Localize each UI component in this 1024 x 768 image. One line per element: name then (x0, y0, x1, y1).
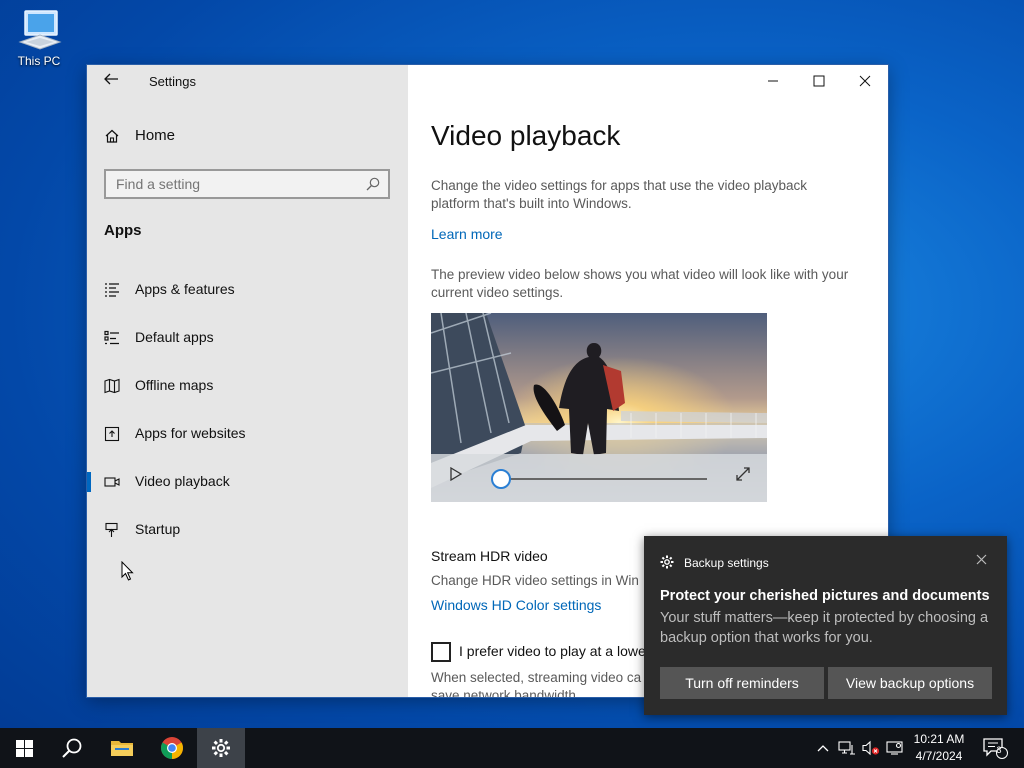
section-heading: Apps (104, 222, 142, 239)
fullscreen-icon[interactable] (735, 466, 751, 482)
volume-tray-button[interactable] (860, 728, 882, 768)
close-icon (859, 75, 871, 87)
settings-taskbar-button[interactable] (197, 728, 245, 768)
hdr-heading: Stream HDR video (431, 548, 548, 564)
active-indicator (87, 472, 91, 492)
notification-count-badge: 3 (996, 745, 1002, 755)
seek-bar[interactable] (503, 478, 707, 480)
video-controls (431, 454, 767, 502)
maximize-button[interactable] (796, 65, 842, 97)
offline-maps-icon (104, 378, 120, 394)
learn-more-link[interactable]: Learn more (431, 226, 503, 242)
desktop-icon-label: This PC (17, 54, 61, 68)
search-input[interactable] (106, 171, 366, 197)
sidebar-item-apps-features[interactable]: Apps & features (87, 270, 408, 310)
back-arrow-icon (104, 73, 118, 85)
sidebar-item-offline-maps[interactable]: Offline maps (87, 366, 408, 406)
toast-app-name: Backup settings (684, 556, 769, 570)
turn-off-reminders-button[interactable]: Turn off reminders (660, 667, 824, 699)
startup-icon (105, 522, 118, 537)
taskbar: 10:21 AM 4/7/2024 3 (0, 728, 1024, 768)
chevron-up-icon (817, 745, 829, 752)
sidebar-item-label: Default apps (135, 329, 214, 345)
chrome-button[interactable] (148, 728, 196, 768)
back-button[interactable] (101, 71, 121, 91)
taskbar-clock[interactable]: 10:21 AM 4/7/2024 (906, 731, 972, 765)
home-label: Home (135, 127, 176, 144)
video-playback-icon (104, 477, 120, 487)
checkbox-label: I prefer video to play at a lowe (459, 643, 646, 659)
window-title: Settings (149, 74, 196, 89)
gear-icon (212, 739, 230, 757)
close-button[interactable] (842, 65, 888, 97)
apps-for-websites-icon (104, 426, 120, 442)
sidebar-item-label: Video playback (135, 473, 230, 489)
sidebar-item-label: Apps & features (135, 281, 235, 297)
search-icon (366, 177, 380, 191)
sidebar-item-label: Startup (135, 521, 181, 537)
chrome-icon (161, 737, 183, 759)
mouse-cursor-icon (121, 561, 134, 581)
play-icon[interactable] (450, 467, 462, 481)
home-icon (105, 129, 119, 143)
apps-features-icon (105, 283, 119, 297)
default-apps-icon (104, 330, 119, 345)
title-bar: Settings (87, 65, 888, 97)
action-tray-button[interactable] (884, 728, 906, 768)
preview-description: The preview video below shows you what v… (431, 267, 849, 300)
page-title: Video playback (431, 120, 621, 151)
toast-headline: Protect your cherished pictures and docu… (660, 588, 990, 604)
start-button[interactable] (0, 728, 48, 768)
minimize-icon (768, 80, 778, 82)
taskbar-search-button[interactable] (48, 728, 96, 768)
clock-time: 10:21 AM (913, 732, 965, 746)
sidebar-item-startup[interactable]: Startup (87, 510, 408, 550)
network-tray-button[interactable] (836, 728, 858, 768)
search-icon (62, 738, 82, 758)
sidebar-item-video-playback[interactable]: Video playback (87, 462, 408, 502)
gear-icon (660, 555, 674, 569)
windows-logo-icon (15, 739, 33, 757)
sidebar-item-default-apps[interactable]: Default apps (87, 318, 408, 358)
action-center-button[interactable]: 3 (978, 728, 1012, 768)
network-icon (838, 741, 855, 755)
backup-toast: Backup settings Protect your cherished p… (644, 536, 1007, 715)
display-icon (886, 741, 903, 755)
computer-icon (18, 10, 62, 50)
minimize-button[interactable] (750, 65, 796, 97)
search-box[interactable] (104, 169, 390, 199)
volume-muted-icon (862, 740, 880, 756)
clock-date: 4/7/2024 (915, 749, 963, 763)
preview-video[interactable] (431, 313, 767, 502)
sidebar-item-label: Apps for websites (135, 425, 246, 441)
view-backup-options-button[interactable]: View backup options (828, 667, 992, 699)
sidebar-item-label: Offline maps (135, 377, 214, 393)
seek-thumb[interactable] (491, 469, 511, 489)
show-hidden-icons-button[interactable] (814, 728, 832, 768)
page-description: Change the video settings for apps that … (431, 178, 807, 211)
folder-icon (111, 741, 133, 756)
nav-home[interactable]: Home (104, 127, 175, 144)
hd-color-settings-link[interactable]: Windows HD Color settings (431, 597, 601, 613)
lower-resolution-checkbox[interactable] (431, 642, 451, 662)
desktop-icon-this-pc[interactable]: This PC (14, 8, 64, 68)
file-explorer-button[interactable] (98, 728, 146, 768)
sidebar-item-apps-for-websites[interactable]: Apps for websites (87, 414, 408, 454)
maximize-icon (813, 75, 825, 87)
toast-close-button[interactable] (976, 552, 987, 570)
toast-body: Your stuff matters—keep it protected by … (660, 610, 989, 646)
close-icon (976, 554, 987, 565)
